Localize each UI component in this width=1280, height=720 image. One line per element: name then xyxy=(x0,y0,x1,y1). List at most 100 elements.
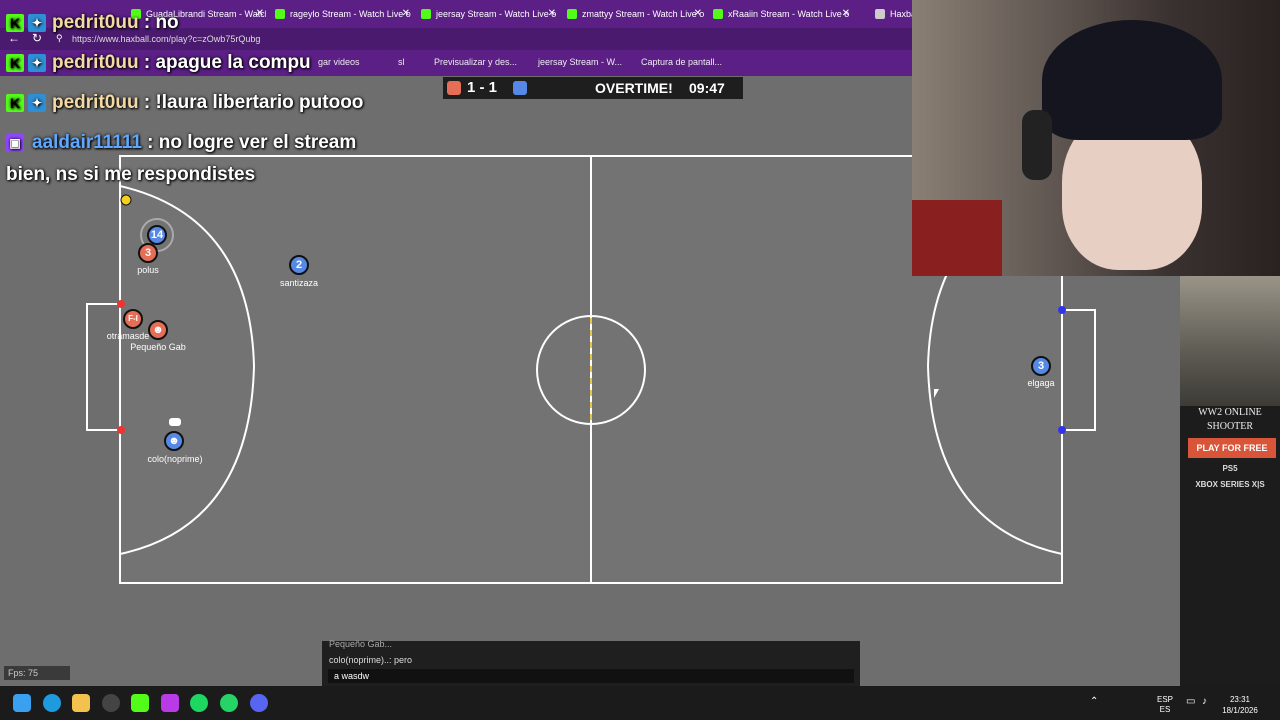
chat-message: !laura libertario putooo xyxy=(155,92,364,113)
chat-separator: : xyxy=(138,52,156,73)
spotify-icon[interactable] xyxy=(190,694,208,712)
kick-favicon-icon xyxy=(567,9,577,19)
time: 23:31 xyxy=(1229,695,1251,704)
site-info-icon[interactable]: ⚲ xyxy=(56,33,63,44)
webcam-feed xyxy=(912,0,1280,276)
player-disc: 3 xyxy=(1031,356,1051,376)
kick-favicon-icon xyxy=(275,9,285,19)
kick-icon: K xyxy=(6,93,24,112)
bookmark-item[interactable]: Captura de pantall... xyxy=(641,57,722,67)
badge-icon: ✦ xyxy=(28,13,46,32)
typing-indicator-icon xyxy=(169,418,181,426)
stream-chat-line: K ✦ pedrit0uu : !laura libertario putooo xyxy=(6,92,363,114)
tab-label: jeersay Stream - Watch Live o xyxy=(436,9,557,19)
chat-separator: : xyxy=(138,92,156,113)
stream-chat-line: ▣ aaldair11111 : no logre ver el stream xyxy=(6,132,356,154)
scoreboard: 1 - 1 OVERTIME! 09:47 xyxy=(443,77,743,99)
chat-message: bien, ns si me respondistes xyxy=(6,164,256,185)
kick-icon: K xyxy=(6,13,24,32)
bookmark-item[interactable]: Previsualizar y des... xyxy=(434,57,517,67)
left-post-top xyxy=(117,300,125,308)
player-name: Pequeño Gab xyxy=(130,342,186,352)
chat-username: pedrit0uu xyxy=(52,12,139,33)
edge-icon[interactable] xyxy=(43,694,61,712)
right-post-bottom xyxy=(1058,426,1066,434)
player-disc: 14 xyxy=(147,225,167,245)
chat-message: apague la compu xyxy=(155,52,311,73)
close-tab-icon[interactable]: ✕ xyxy=(548,4,556,24)
stream-chat-line: bien, ns si me respondistes xyxy=(6,164,255,186)
fps-counter: Fps: 75 xyxy=(4,666,70,680)
left-post-bottom xyxy=(117,426,125,434)
left-goal xyxy=(86,303,121,431)
player-name: otramasde xyxy=(106,331,150,341)
badge-icon: ✦ xyxy=(28,53,46,72)
xbox-logo: XBOX SERIES X|S xyxy=(1195,480,1265,489)
webcam-red-object xyxy=(912,200,1002,276)
stream-chat-line: K ✦ pedrit0uu : apague la compu xyxy=(6,52,311,74)
file-explorer-icon[interactable] xyxy=(72,694,90,712)
lang-code: ESP xyxy=(1156,695,1173,704)
match-clock: 09:47 xyxy=(689,80,725,96)
chat-separator: : xyxy=(141,132,159,153)
network-icon[interactable]: ▭ xyxy=(1186,696,1195,707)
game-chat-box: Pequeño Gab... colo(noprime)..: pero a w… xyxy=(322,639,860,686)
chat-username: pedrit0uu xyxy=(52,92,139,113)
close-tab-icon[interactable]: ✕ xyxy=(694,4,702,24)
chat-username: aaldair11111 xyxy=(32,132,142,153)
url-field[interactable]: https://www.haxball.com/play?c=zOwb75rQu… xyxy=(72,34,260,44)
chat-separator: : xyxy=(138,12,156,33)
right-post-top xyxy=(1058,306,1066,314)
player-name: santizaza xyxy=(279,278,319,288)
clock[interactable]: 23:31 18/1/2026 xyxy=(1218,694,1262,716)
right-goal xyxy=(1061,309,1096,431)
chat-message: no logre ver el stream xyxy=(158,132,357,153)
player-name: polus xyxy=(137,265,159,275)
webcam-bandana xyxy=(1042,20,1222,140)
bookmark-item[interactable]: sl xyxy=(398,57,405,67)
kick-favicon-icon xyxy=(713,9,723,19)
score: 1 - 1 xyxy=(467,79,498,96)
close-tab-icon[interactable]: ✕ xyxy=(402,4,410,24)
volume-icon[interactable]: ♪ xyxy=(1202,696,1207,707)
close-tab-icon[interactable]: ✕ xyxy=(256,4,264,24)
lang-region: ES xyxy=(1159,705,1171,714)
advertisement[interactable]: WW2 ONLINE SHOOTER PLAY FOR FREE PS5 XBO… xyxy=(1180,276,1280,686)
game-chat-message: colo(noprime)..: pero xyxy=(329,655,413,665)
browser-tab[interactable]: rageylo Stream - Watch Live o ✕ xyxy=(272,4,412,24)
bookmark-item[interactable]: jeersay Stream - W... xyxy=(538,57,622,67)
twitch-app-icon[interactable] xyxy=(161,694,179,712)
red-team-icon xyxy=(447,81,461,95)
close-tab-icon[interactable]: ✕ xyxy=(842,4,850,24)
bookmark-item[interactable]: gar videos xyxy=(318,57,360,67)
game-chat-input[interactable]: a wasdw xyxy=(328,669,854,683)
date: 18/1/2026 xyxy=(1222,706,1258,715)
whatsapp-icon[interactable] xyxy=(220,694,238,712)
tab-label: zmattyy Stream - Watch Live o xyxy=(582,9,704,19)
player-disc: F-I xyxy=(123,309,143,329)
badge-icon: ✦ xyxy=(28,93,46,112)
ball xyxy=(120,194,132,206)
tab-label: xRaaiin Stream - Watch Live o xyxy=(728,9,850,19)
browser-tab-active[interactable]: Haxba xyxy=(872,4,912,24)
player-disc: 2 xyxy=(289,255,309,275)
ad-image xyxy=(1180,276,1280,406)
discord-icon[interactable] xyxy=(250,694,268,712)
tab-label: rageylo Stream - Watch Live o xyxy=(290,9,411,19)
play-for-free-button[interactable]: PLAY FOR FREE xyxy=(1188,438,1276,458)
tray-chevron-icon[interactable]: ⌃ xyxy=(1090,696,1098,707)
ps5-logo: PS5 xyxy=(1222,464,1238,473)
windows-start-icon[interactable] xyxy=(13,694,31,712)
language-indicator[interactable]: ESP ES xyxy=(1152,695,1178,715)
haxball-favicon-icon xyxy=(875,9,885,19)
webcam-headphones xyxy=(1022,110,1052,180)
ad-title: WW2 ONLINE SHOOTER xyxy=(1198,407,1262,432)
browser-tab[interactable]: jeersay Stream - Watch Live o ✕ xyxy=(418,4,558,24)
obs-icon[interactable] xyxy=(102,694,120,712)
browser-tab[interactable]: zmattyy Stream - Watch Live o ✕ xyxy=(564,4,704,24)
twitch-icon: ▣ xyxy=(6,133,24,152)
kick-icon[interactable] xyxy=(131,694,149,712)
browser-tab[interactable]: xRaaiin Stream - Watch Live o ✕ xyxy=(710,4,852,24)
player-disc: 3 xyxy=(138,243,158,263)
kick-favicon-icon xyxy=(421,9,431,19)
